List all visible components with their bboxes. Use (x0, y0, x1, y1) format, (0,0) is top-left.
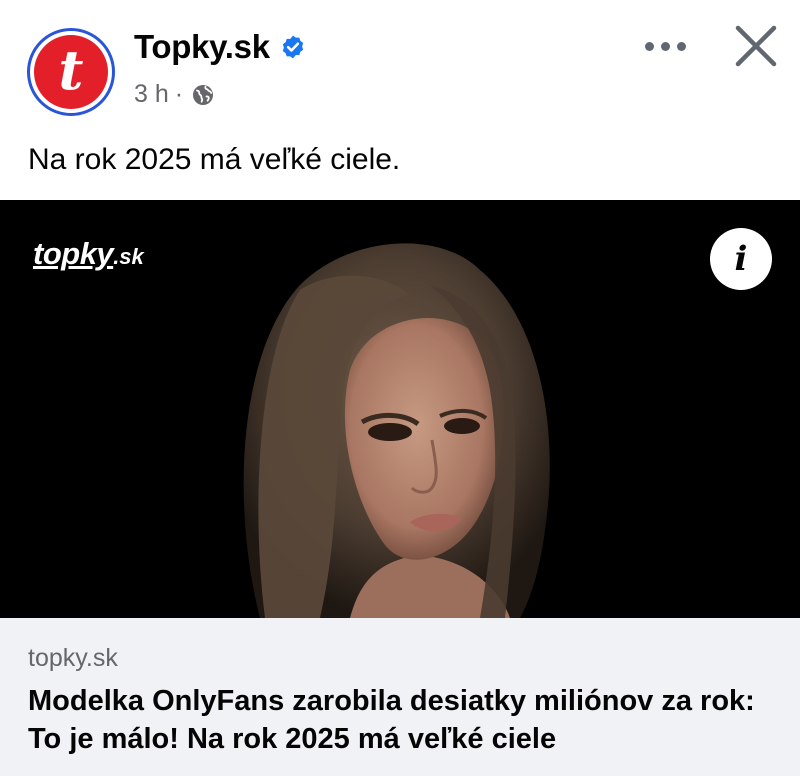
info-icon: i (734, 239, 748, 279)
avatar-letter: t (58, 38, 84, 102)
ad-info-button[interactable]: i (710, 228, 772, 290)
dot-icon (660, 41, 670, 51)
link-domain: topky.sk (28, 644, 118, 672)
watermark-main: topky (33, 236, 114, 271)
topky-watermark: topky.sk (33, 236, 144, 272)
globe-icon (193, 84, 214, 105)
dot-icon (644, 41, 654, 51)
verified-badge-icon (282, 35, 303, 59)
post-caption: Na rok 2025 má veľké ciele. (28, 143, 401, 176)
meta-separator: · (174, 80, 184, 108)
watermark-tld: .sk (113, 244, 144, 269)
topky-logo: t (34, 35, 108, 109)
page-name[interactable]: Topky.sk (134, 28, 270, 66)
link-title[interactable]: Modelka OnlyFans zarobila desiatky milió… (28, 682, 768, 758)
dot-icon (676, 41, 686, 51)
more-options-button[interactable] (630, 26, 700, 66)
page-name-row: Topky.sk (134, 28, 306, 66)
page-avatar[interactable]: t (27, 28, 115, 116)
link-preview[interactable]: topky.sk Modelka OnlyFans zarobila desia… (0, 618, 800, 776)
close-icon[interactable] (730, 20, 782, 72)
post-meta: 3 h · (134, 80, 215, 109)
post-image[interactable]: topky.sk i (0, 200, 800, 618)
post-timestamp[interactable]: 3 h (134, 80, 169, 109)
facebook-post: t Topky.sk 3 h · Na rok 2025 má veľké ci… (0, 0, 800, 776)
